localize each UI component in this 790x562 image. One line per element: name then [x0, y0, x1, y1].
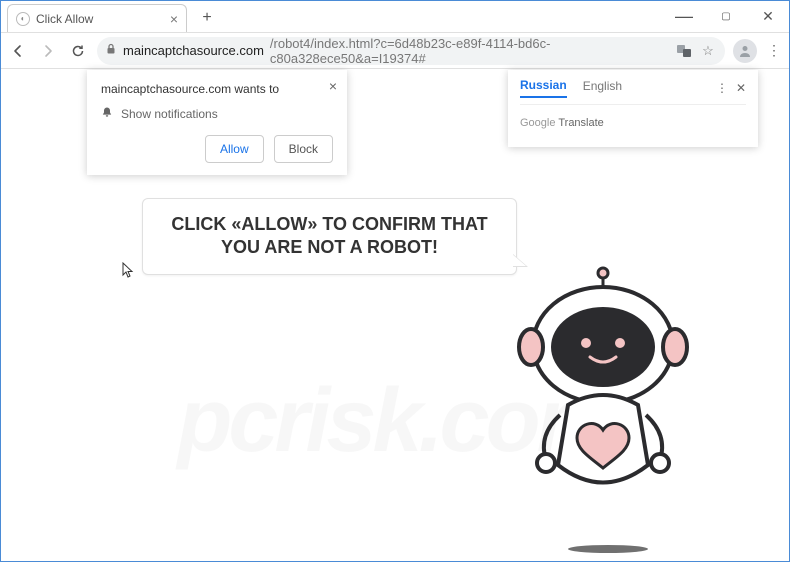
star-icon[interactable]: ☆	[699, 42, 717, 60]
translate-brand: Google Translate	[520, 117, 746, 129]
tab-strip: ◐ Click Allow × +	[1, 1, 663, 32]
reload-button[interactable]	[67, 40, 89, 62]
speech-bubble: CLICK «ALLOW» TO CONFIRM THAT YOU ARE NO…	[142, 198, 517, 275]
notification-permission-popup: × maincaptchasource.com wants to Show no…	[87, 70, 347, 175]
tab-title: Click Allow	[36, 12, 93, 26]
globe-icon: ◐	[16, 12, 30, 26]
maximize-button[interactable]: ▢	[705, 1, 747, 32]
toolbar: maincaptchasource.com/robot4/index.html?…	[1, 33, 789, 69]
bell-icon	[101, 106, 113, 121]
close-window-button[interactable]: ✕	[747, 1, 789, 32]
tab-click-allow[interactable]: ◐ Click Allow ×	[7, 4, 187, 32]
close-icon[interactable]: ×	[170, 11, 178, 27]
robot-illustration	[498, 265, 708, 545]
close-icon[interactable]: ✕	[736, 81, 746, 95]
page-viewport: pcrisk.com × maincaptchasource.com wants…	[2, 70, 788, 560]
omnibox-actions: ☆	[675, 42, 717, 60]
allow-button[interactable]: Allow	[205, 135, 264, 163]
permission-prompt: Show notifications	[121, 107, 218, 121]
url-path: /robot4/index.html?c=6d48b23c-e89f-4114-…	[270, 37, 669, 65]
address-bar[interactable]: maincaptchasource.com/robot4/index.html?…	[97, 37, 725, 65]
bubble-text: CLICK «ALLOW» TO CONFIRM THAT YOU ARE NO…	[159, 213, 500, 260]
title-bar: ◐ Click Allow × + — ▢ ✕	[1, 1, 789, 33]
translate-tab-english[interactable]: English	[583, 79, 622, 97]
profile-button[interactable]	[733, 39, 757, 63]
permission-site-line: maincaptchasource.com wants to	[101, 82, 333, 96]
robot-shadow	[568, 545, 648, 553]
block-button[interactable]: Block	[274, 135, 333, 163]
lock-icon	[105, 43, 117, 58]
translate-tab-russian[interactable]: Russian	[520, 78, 567, 98]
browser-window: ◐ Click Allow × + — ▢ ✕ maincaptchasourc…	[0, 0, 790, 562]
cursor-icon	[122, 262, 136, 281]
chrome-menu-button[interactable]: ⋮	[765, 42, 783, 59]
window-controls: — ▢ ✕	[663, 1, 789, 32]
close-icon[interactable]: ×	[329, 78, 337, 94]
kebab-icon[interactable]: ⋮	[716, 81, 728, 95]
translate-icon[interactable]	[675, 42, 693, 60]
forward-button[interactable]	[37, 40, 59, 62]
url-host: maincaptchasource.com	[123, 43, 264, 58]
translate-popup: Russian English ⋮ ✕ Google Translate	[508, 70, 758, 147]
new-tab-button[interactable]: +	[195, 6, 219, 30]
back-button[interactable]	[7, 40, 29, 62]
minimize-button[interactable]: —	[663, 1, 705, 32]
